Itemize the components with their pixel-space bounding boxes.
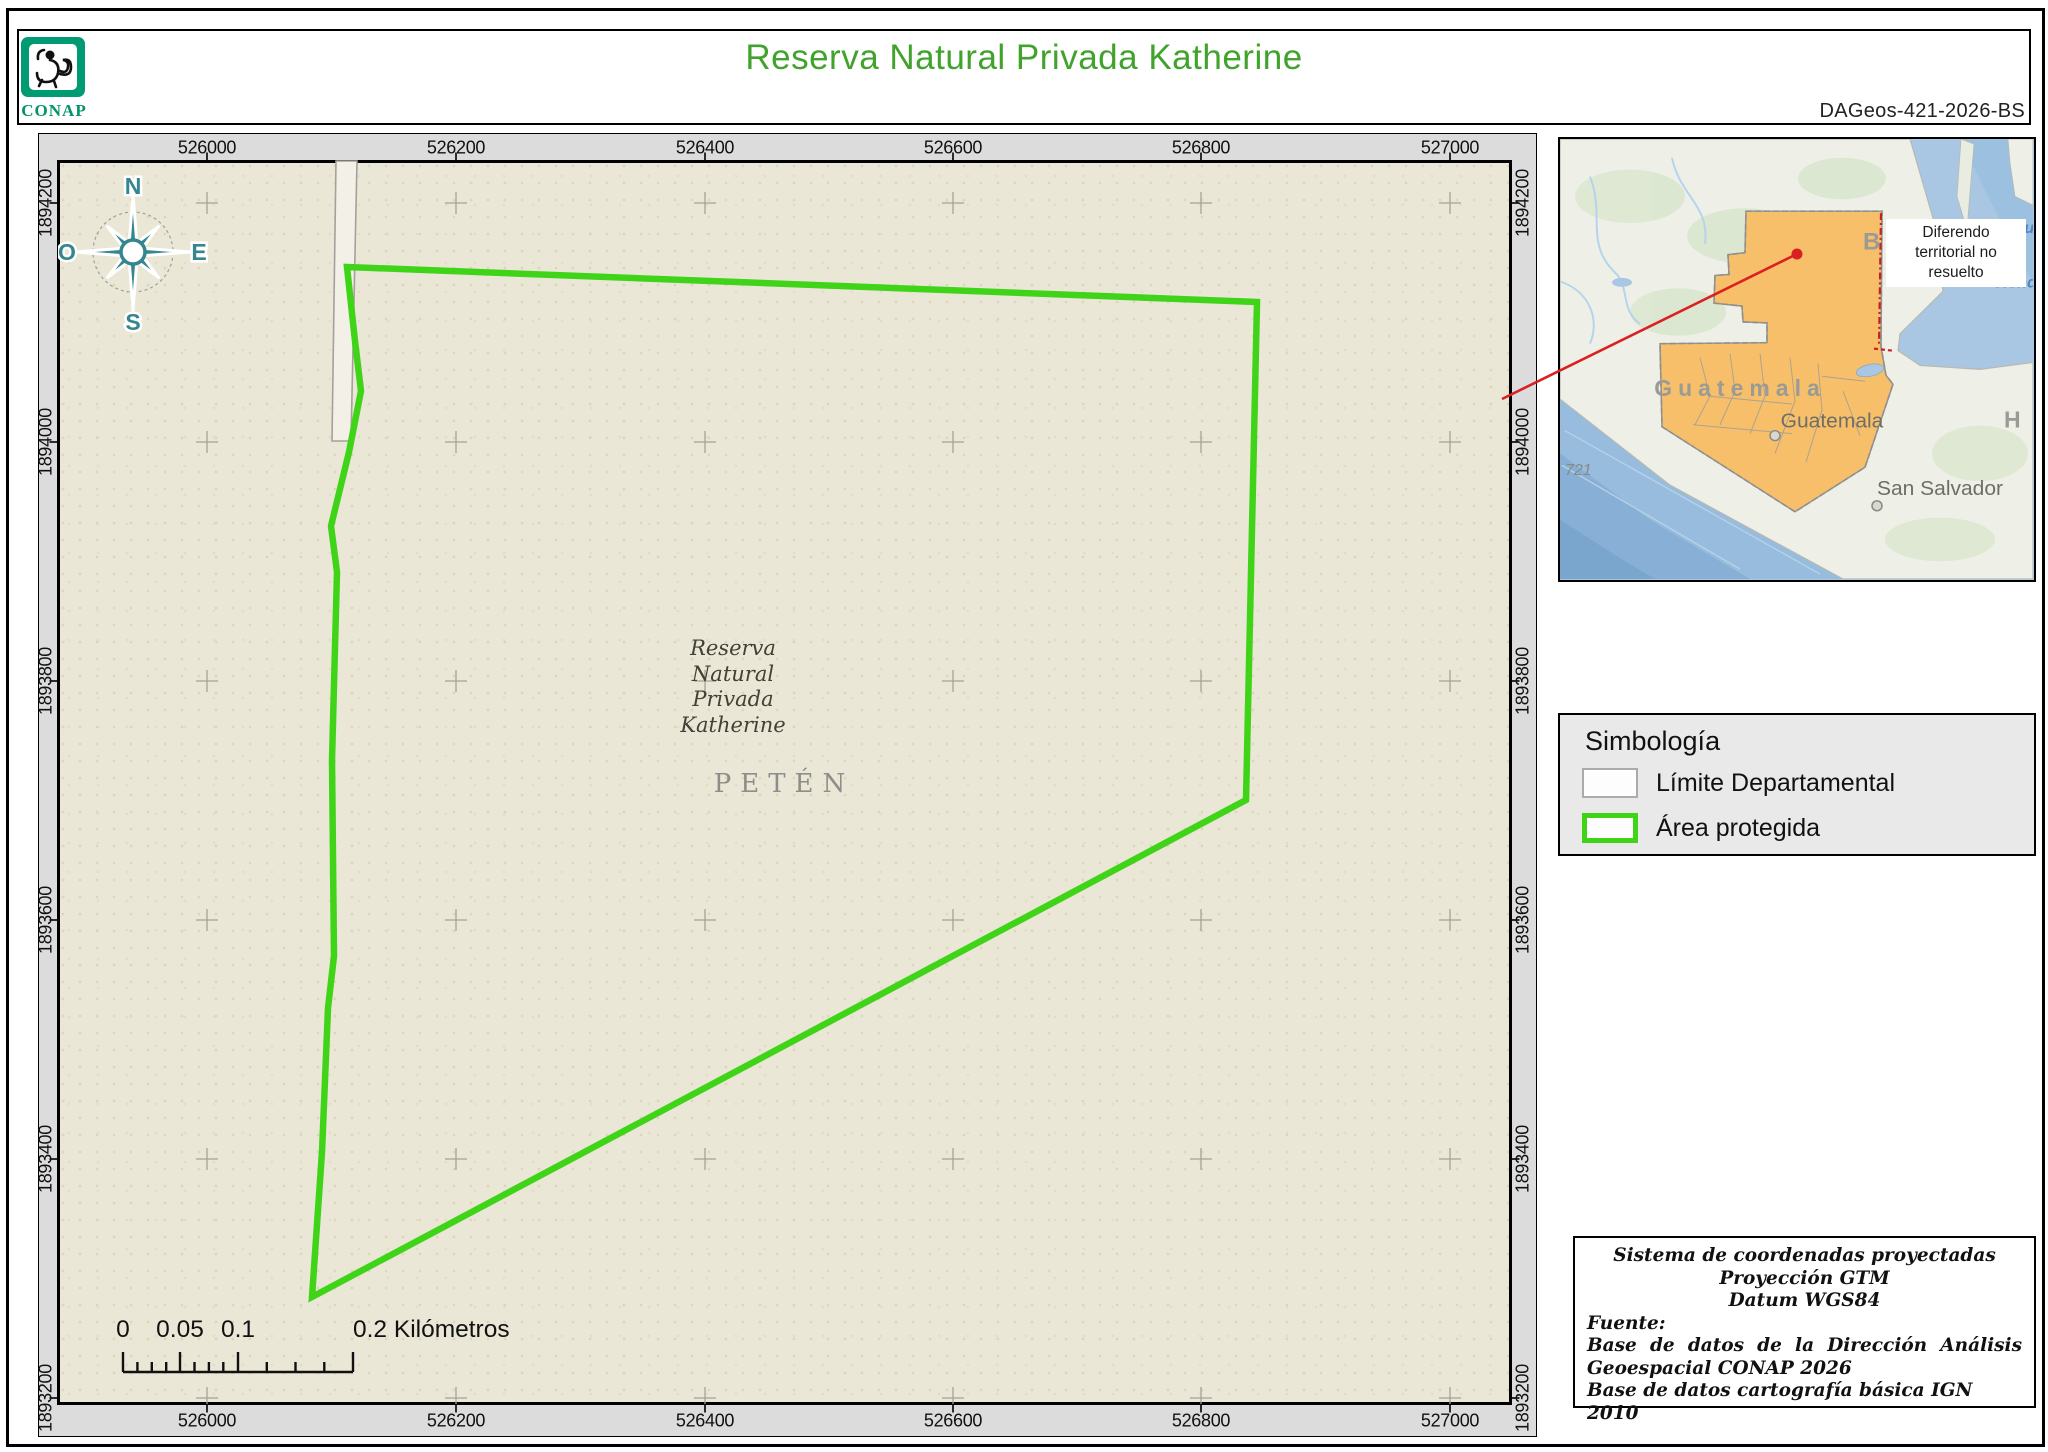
y-axis-label-right: 1894000 [1512,408,1533,476]
x-axis-label-top: 526200 [426,137,486,158]
callout-line: territorial no [1915,244,1997,261]
reserve-label-line: Katherine [680,712,786,737]
reserve-label-line: Natural [691,661,775,686]
x-axis-label-bottom: 526600 [923,1410,983,1431]
inset-map-graphic: B Guatemala Guatemala San Salvador 721 G… [1560,139,2033,579]
belize-partial-label: B [1863,229,1880,256]
x-axis-label-bottom: 526200 [426,1410,486,1431]
y-axis-label-left: 1893800 [35,647,56,715]
conap-logo-caption: CONAP [21,101,87,120]
legend-box: Simbología Límite Departamental Área pro… [1558,713,2036,856]
credits-box: Sistema de coordenadas proyectadas Proye… [1573,1236,2036,1424]
x-axis-label-bottom: 527000 [1420,1410,1480,1431]
callout-line: Diferendo [1922,224,1990,241]
scale-label-02-unit: 0.2 Kilómetros [353,1316,510,1343]
credits-projection-title: Sistema de coordenadas proyectadas [1613,1245,1996,1266]
credits-source-2: Base de datos cartografía básica IGN 201… [1587,1380,1973,1424]
conap-monkey-icon [21,37,85,97]
x-axis-label-top: 526000 [177,137,237,158]
y-axis-label-left: 1893600 [35,886,56,954]
department-name-label: PETÉN [713,769,855,799]
honduras-partial-label: H o [2004,407,2033,433]
capital-city-dot [1769,429,1781,442]
y-axis-label-left: 1893400 [35,1125,56,1193]
legend-item-label: Límite Departamental [1656,769,1896,797]
y-axis-label-left: 1894200 [35,169,56,237]
reserve-label-line: Reserva [690,636,776,660]
x-axis-label-top: 527000 [1420,137,1480,158]
conap-logo: CONAP [20,36,88,120]
x-axis-label-bottom: 526400 [675,1410,735,1431]
y-axis-label-left: 1893200 [35,1364,56,1432]
callout-line: resuelto [1928,264,1984,281]
document-code: DAGeos-421-2026-BS [1819,100,2025,122]
scale-label-01: 0.1 [220,1316,256,1343]
san-salvador-dot [1871,500,1883,512]
legend-title: Simbología [1585,726,1721,756]
y-axis-label-right: 1893600 [1512,886,1533,954]
y-axis-label-left: 1894000 [35,408,56,476]
city-label-san-salvador: San Salvador [1877,477,2003,500]
scale-label-005: 0.05 [156,1316,204,1343]
department-limit-swatch [1582,768,1638,798]
x-axis-label-bottom: 526000 [177,1410,237,1431]
credits-source-1: Base de datos de la Dirección Análisis G… [1587,1335,2022,1379]
inset-locator-map: B Guatemala Guatemala San Salvador 721 G… [1558,137,2036,582]
credits-projection: Proyección GTM [1719,1267,1890,1289]
credits-datum: Datum WGS84 [1728,1290,1881,1311]
reserve-name-label: Reserva Natural Privada Katherine [680,636,785,738]
credits-source-heading: Fuente: [1587,1312,1666,1334]
y-axis-label-right: 1893800 [1512,647,1533,715]
capital-label-guatemala: Guatemala [1781,410,1884,433]
scale-label-0: 0 [116,1316,130,1343]
country-label-guatemala: Guatemala [1654,375,1826,401]
territorial-dispute-callout: Diferendo territorial no resuelto [1886,219,2026,287]
y-axis-label-right: 1893400 [1512,1125,1533,1193]
reserve-label-line: Privada [692,687,774,711]
page-title: Reserva Natural Privada Katherine [745,38,1303,77]
scale-bar: 0 0.05 0.1 0.2 Kilómetros [100,1316,540,1388]
x-axis-label-top: 526600 [923,137,983,158]
x-axis-label-top: 526400 [675,137,735,158]
depth-label: 721 [1565,462,1592,479]
protected-area-swatch [1582,813,1638,843]
legend-item-label: Área protegida [1656,814,1821,842]
x-axis-label-top: 526800 [1171,137,1231,158]
y-axis-label-right: 1894200 [1512,169,1533,237]
y-axis-label-right: 1893200 [1512,1364,1533,1432]
map-document-page: Reserva Natural Privada Katherine DAGeos… [0,0,2048,1452]
x-axis-label-bottom: 526800 [1171,1410,1231,1431]
